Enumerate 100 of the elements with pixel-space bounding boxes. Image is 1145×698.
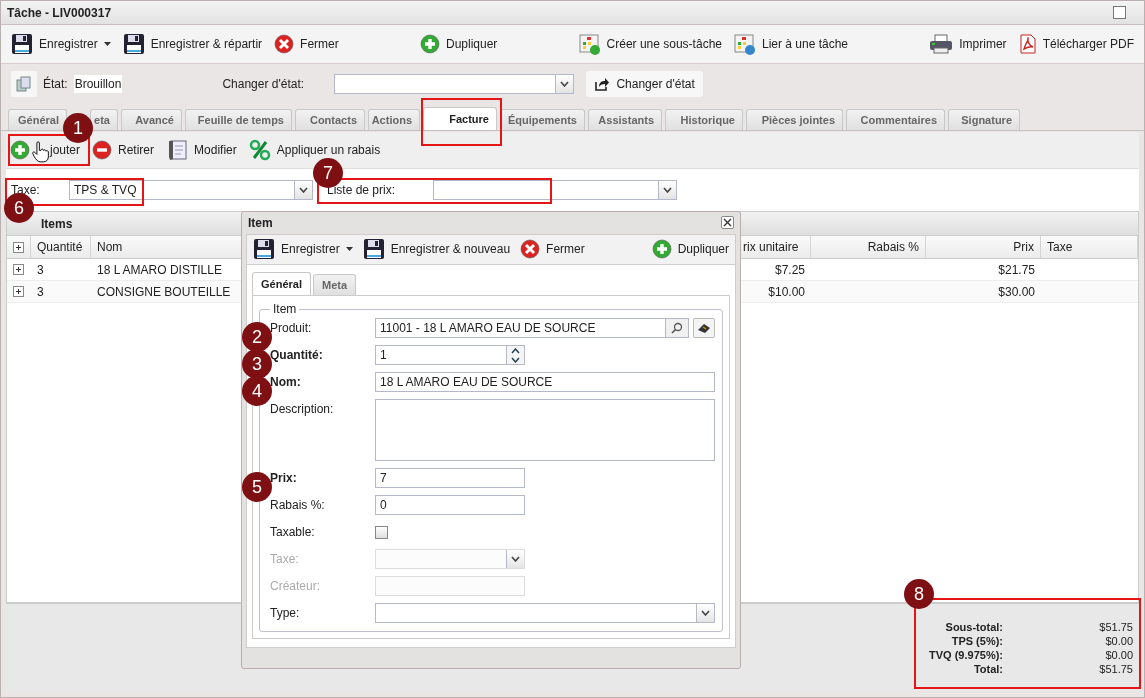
eraser-button[interactable] <box>693 318 715 338</box>
input-field[interactable]: 0 <box>375 495 525 515</box>
tab[interactable]: Général <box>252 272 311 295</box>
field-label: Créateur: <box>270 578 322 595</box>
total-label: Sous-total: <box>944 621 1003 633</box>
total-value: $0.00 <box>1104 649 1133 661</box>
search-button[interactable] <box>665 319 688 337</box>
tab[interactable]: Contacts <box>295 109 365 130</box>
select-field[interactable] <box>375 549 525 569</box>
input-field[interactable]: 18 L AMARO EAU DE SOURCE <box>375 372 715 392</box>
field-label: Rabais %: <box>270 497 326 514</box>
board-icon <box>578 33 601 55</box>
toolbar-button[interactable]: Lier à une tâche <box>734 31 849 57</box>
chevron-icon <box>663 187 672 193</box>
dropdown-button[interactable] <box>506 550 524 568</box>
copy-icon <box>11 71 37 97</box>
state-value: Brouillon <box>73 75 123 93</box>
toolbar-button[interactable]: Fermer <box>274 32 339 56</box>
description-field[interactable] <box>375 399 715 461</box>
tab[interactable]: Avancé <box>121 109 182 130</box>
toolbar-button[interactable]: Fermer <box>520 237 585 262</box>
dropdown-button[interactable] <box>696 604 714 622</box>
chevron-icon <box>701 610 710 616</box>
tab[interactable]: Commentaires <box>846 109 945 130</box>
toolbar-button[interactable]: Modifier <box>166 137 237 163</box>
tab[interactable]: Meta <box>312 274 357 295</box>
close-button[interactable] <box>721 216 734 230</box>
eraser-icon <box>697 322 711 334</box>
total-value: $0.00 <box>1104 635 1133 647</box>
column-header[interactable]: rix unitaire <box>741 236 811 259</box>
dropdown-button[interactable] <box>294 181 312 199</box>
tab[interactable]: Feuille de temps <box>185 109 292 130</box>
hand-cursor-icon <box>32 141 50 163</box>
panel-title: Items <box>41 216 73 231</box>
chevron-icon <box>299 187 308 193</box>
total-label: TPS (5%): <box>950 635 1003 647</box>
quantity-field[interactable]: 1 <box>375 345 525 365</box>
plus-icon <box>419 34 440 54</box>
floppy-icon <box>11 33 33 55</box>
total-value: $51.75 <box>1098 621 1133 633</box>
tab[interactable]: Actions <box>368 109 420 130</box>
toolbar-button[interactable]: Dupliquer <box>419 32 498 56</box>
tab[interactable]: Signature <box>948 109 1020 130</box>
change-state-button[interactable]: Changer d'état <box>586 71 703 97</box>
chevron-icon <box>511 556 520 562</box>
table-cell: $10.00 <box>741 281 811 303</box>
expand-icon[interactable] <box>13 241 24 253</box>
dropdown-button[interactable] <box>555 75 574 93</box>
field-label: Type: <box>270 605 301 622</box>
chevron-icon <box>560 81 570 87</box>
column-header[interactable]: Prix <box>926 236 1041 259</box>
toolbar-button[interactable]: Retirer <box>92 138 155 162</box>
expand-icon[interactable] <box>13 286 24 297</box>
floppy-icon <box>362 238 385 261</box>
close-icon <box>274 34 295 54</box>
percent-icon <box>248 139 271 161</box>
column-header[interactable]: Taxe <box>1041 236 1138 259</box>
tab[interactable]: eta <box>90 109 118 130</box>
group-legend: Item <box>270 302 300 316</box>
dialog-title: Item <box>248 215 273 230</box>
tax-select[interactable]: TPS & TVQ <box>69 180 313 200</box>
dropdown-button[interactable] <box>658 181 676 199</box>
toolbar-button[interactable]: Enregistrer <box>11 31 111 57</box>
tab[interactable]: Général <box>8 109 67 130</box>
product-field[interactable]: 11001 - 18 L AMARO EAU DE SOURCE <box>375 318 689 338</box>
close-icon <box>520 239 541 260</box>
field-label: Prix: <box>270 470 298 487</box>
maximize-button[interactable] <box>1113 6 1126 19</box>
total-label: Total: <box>972 663 1003 675</box>
search-icon <box>671 322 683 334</box>
share-icon <box>594 77 611 91</box>
printer-icon <box>929 34 954 54</box>
input-field[interactable] <box>375 576 525 596</box>
input-field[interactable]: 7 <box>375 468 525 488</box>
column-header[interactable]: Rabais % <box>811 236 926 259</box>
tab[interactable]: Équipements <box>500 109 585 130</box>
change-state-label: Changer d'état: <box>222 77 306 91</box>
toolbar-button[interactable]: Dupliquer <box>651 237 729 262</box>
field-label: Quantité: <box>270 347 324 364</box>
toolbar-button[interactable]: Enregistrer & répartir <box>122 31 263 57</box>
toolbar-button[interactable]: Imprimer <box>929 32 1007 56</box>
table-cell: 3 <box>31 281 91 303</box>
toolbar-button[interactable]: Télécharger PDF <box>1018 32 1134 56</box>
tab[interactable]: Facture <box>423 107 497 130</box>
checkbox[interactable] <box>375 526 388 539</box>
field-label: Nom: <box>270 374 302 391</box>
tab[interactable]: Pièces jointes <box>746 109 843 130</box>
field-label: Taxe: <box>270 551 300 568</box>
floppy-icon <box>253 238 275 261</box>
select-field[interactable] <box>375 603 715 623</box>
window-title: Tâche - LIV000317 <box>7 5 112 20</box>
expand-icon[interactable] <box>13 264 24 275</box>
tab[interactable]: Assistants <box>588 109 662 130</box>
field-label: Description: <box>270 401 335 418</box>
field-label: Taxable: <box>270 524 316 541</box>
tab[interactable]: Historique <box>665 109 743 130</box>
column-header[interactable]: Quantité <box>31 236 91 259</box>
pdf-icon <box>1018 34 1037 54</box>
state-label: État: <box>43 77 68 91</box>
toolbar-button[interactable]: Créer une sous-tâche <box>578 31 722 57</box>
